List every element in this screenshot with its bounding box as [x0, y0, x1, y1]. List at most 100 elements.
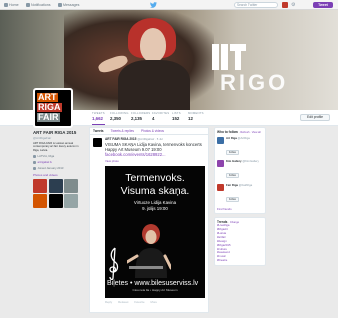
gear-icon[interactable]: ⚙: [291, 2, 295, 8]
tweet-author-name[interactable]: ART FAIR RIGA 2015: [105, 137, 136, 141]
profile-bio: ART RIGA FAIR is Latvian annual contempo…: [33, 142, 79, 152]
account-avatar[interactable]: [282, 2, 288, 8]
nav-notifications[interactable]: Notifications: [26, 2, 51, 8]
photo-thumbnail[interactable]: [33, 194, 47, 209]
suggested-account-name[interactable]: Fair Riga @FairRiga: [226, 182, 253, 187]
banner-figure-body: [118, 60, 190, 110]
suggested-account-avatar[interactable]: [217, 136, 224, 144]
profile-joined: Joined January 2013: [33, 166, 85, 170]
profile-handle[interactable]: @ArtRigaFair: [33, 136, 85, 140]
suggested-account-label[interactable]: Fair Riga: [226, 183, 238, 187]
twitter-bird-icon[interactable]: [150, 2, 157, 8]
reply-button[interactable]: Reply: [105, 300, 112, 304]
tweet-item[interactable]: ART FAIR RIGA 2015 @ArtRigaFair · 5 Jul …: [90, 135, 208, 304]
tweet-text-body: VISUMA SKAŅA Lidija Kavina, termenvoks k…: [105, 142, 202, 153]
banner-figure-face: [140, 28, 166, 62]
photo-thumbnail[interactable]: [48, 194, 63, 209]
trends-change-link[interactable]: · Change: [228, 221, 239, 224]
suggested-account-handle: @KimGallery: [242, 159, 259, 164]
suggested-account-name[interactable]: Art Riga @ArtRiga: [226, 136, 250, 140]
location-pin-icon: [33, 154, 36, 158]
suggested-account-handle: @FairRiga: [238, 182, 253, 187]
stat-label: LISTS: [172, 111, 181, 115]
follow-button[interactable]: Follow: [226, 149, 239, 155]
calendar-icon: [33, 166, 36, 170]
timeline-tabs: Tweets Tweets & replies Photos & videos: [90, 128, 208, 135]
trend-item[interactable]: #theatre: [217, 258, 263, 263]
tweet-actions: Reply Retweet Favorite More: [105, 300, 205, 304]
profile-avatar[interactable]: ART RIGA FAIR: [33, 88, 73, 128]
find-friends-link[interactable]: Find friends: [217, 207, 263, 211]
banner-art-logo: [212, 44, 246, 70]
suggested-account-label[interactable]: Art Riga: [226, 136, 237, 140]
stat-value: 152: [172, 116, 180, 121]
edit-profile-button[interactable]: Edit profile: [300, 114, 330, 121]
follow-button[interactable]: Follow: [226, 173, 239, 179]
stat-value: 12: [188, 116, 193, 121]
stat-value: 4: [152, 116, 155, 121]
search-input[interactable]: Search Twitter: [234, 2, 278, 8]
suggested-account[interactable]: Fair Riga @FairRiga Follow: [217, 182, 263, 205]
home-icon: [4, 3, 8, 7]
profile-name: ART FAIR RIGA 2015: [33, 130, 77, 135]
profile-sidebar: ART FAIR RIGA 2015 @ArtRigaFair ART RIGA…: [33, 130, 85, 209]
photo-thumbnail[interactable]: [33, 178, 47, 193]
timeline: Tweets Tweets & replies Photos & videos …: [89, 127, 209, 313]
suggested-account-avatar[interactable]: [217, 183, 224, 191]
retweet-button[interactable]: Retweet: [118, 300, 128, 304]
poster-line-1: Termenvoks.: [125, 171, 185, 184]
suggested-account-name[interactable]: Kim Gallery @KimGallery: [226, 160, 259, 163]
stat-value: 1,662: [92, 116, 103, 121]
who-to-follow-heading: Who to follow: [217, 130, 238, 134]
tab-photos-videos[interactable]: Photos & videos: [141, 129, 164, 133]
tweet-avatar[interactable]: [93, 138, 102, 147]
stat-label: FOLLOWING: [110, 111, 129, 115]
stat-followers[interactable]: FOLLOWERS 2,135: [131, 111, 150, 121]
who-to-follow-box: Who to follow · Refresh · View all Art R…: [214, 127, 266, 215]
favorite-button[interactable]: Favorite: [134, 300, 144, 304]
tweet-text: VISUMA SKAŅA Lidija Kavina, termenvoks k…: [105, 142, 205, 158]
poster-line-6: Cēsu iela 9a • Happy Art Museum: [132, 287, 178, 292]
stat-lists[interactable]: LISTS 152: [172, 111, 181, 121]
stat-value: 2,135: [131, 116, 142, 121]
stat-label: TWEETS: [92, 111, 105, 115]
poster-line-4: 9. jūlijs 19:00: [142, 205, 168, 211]
photo-thumbnail[interactable]: [64, 178, 78, 193]
stat-moments[interactable]: MOMENTS 12: [188, 111, 204, 121]
suggested-account[interactable]: Art Riga @ArtRiga Follow: [217, 136, 263, 158]
poster-performer-image: [127, 223, 171, 278]
poster-line-5: Biļetes • www.bilesuserviss.lv: [107, 279, 199, 287]
website-text[interactable]: artrigafair.lv: [38, 160, 52, 164]
tab-tweets[interactable]: Tweets: [93, 129, 104, 133]
photos-videos-link[interactable]: Photos and videos: [33, 173, 85, 177]
nav-home-label: Home: [9, 3, 19, 7]
poster-line-2: Visuma skaņa.: [120, 184, 190, 197]
tweet-photo[interactable]: Termenvoks. Visuma skaņa. Virtuoze Lidij…: [105, 165, 205, 298]
profile-location: LATVIA, Riga: [33, 154, 85, 158]
nav-messages[interactable]: Messages: [58, 2, 79, 8]
nav-messages-label: Messages: [63, 3, 80, 7]
right-sidebar: Who to follow · Refresh · View all Art R…: [214, 127, 266, 269]
photo-thumbnail[interactable]: [64, 194, 78, 209]
more-button[interactable]: More: [151, 300, 157, 304]
nav-notifications-label: Notifications: [31, 3, 51, 7]
tweet-link[interactable]: facebook.com/events/1628922...: [105, 152, 166, 157]
photo-thumbnail[interactable]: [48, 178, 63, 193]
view-photo-link[interactable]: View photo: [105, 159, 205, 163]
who-to-follow-refresh[interactable]: · Refresh · View all: [239, 131, 261, 134]
suggested-account-avatar[interactable]: [217, 160, 224, 168]
trends-box: Trends · Change #LiveRiga #RigaArt #Latv…: [214, 217, 266, 267]
stat-favorites[interactable]: FAVORITES 4: [152, 111, 169, 121]
tweet-author[interactable]: ART FAIR RIGA 2015 @ArtRigaFair · 5 Jul: [105, 137, 205, 141]
profile-website[interactable]: artrigafair.lv: [33, 160, 85, 164]
stat-following[interactable]: FOLLOWING 2,350: [110, 111, 129, 121]
treble-clef-icon: [109, 247, 119, 280]
stat-label: FOLLOWERS: [131, 111, 151, 115]
stat-tweets[interactable]: TWEETS 1,662: [92, 111, 105, 125]
tab-tweets-replies[interactable]: Tweets & replies: [111, 129, 134, 133]
tweet-button[interactable]: Tweet: [313, 2, 333, 8]
suggested-account[interactable]: Kim Gallery @KimGallery Follow: [217, 160, 263, 181]
follow-button[interactable]: Follow: [226, 197, 239, 203]
nav-home[interactable]: Home: [4, 2, 19, 8]
suggested-account-label[interactable]: Kim Gallery: [226, 159, 242, 163]
